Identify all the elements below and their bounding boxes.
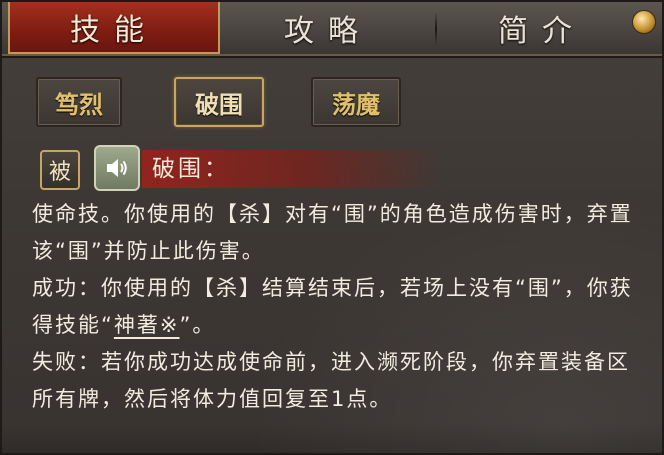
skill-panel: 技能 攻略 简介 笃烈 破围 荡魔 被 破围： 使命技。你使用的【杀】对有“围”…: [0, 0, 664, 455]
skill-success-text: 成功：你使用的【杀】结算结束后，若场上没有“围”，你获得技能“神著※”。: [32, 270, 647, 344]
subtab-skill-2[interactable]: 破围: [174, 77, 264, 127]
skill-description: 使命技。你使用的【杀】对有“围”的角色造成伤害时，弃置该“围”并防止此伤害。 成…: [32, 196, 647, 418]
skill-name: 破围：: [152, 156, 230, 182]
linked-skill-name[interactable]: 神著※: [114, 313, 180, 337]
bottom-fade: [2, 423, 662, 453]
success-suffix: ”。: [179, 313, 216, 337]
skill-failure-text: 失败：若你成功达成使命前，进入濒死阶段，你弃置装备区所有牌，然后将体力值回复至1…: [32, 350, 630, 411]
voice-button[interactable]: [94, 145, 140, 191]
tab-intro[interactable]: 简介: [442, 2, 642, 54]
corner-ornament-icon: [632, 10, 656, 34]
speaker-icon: [107, 159, 127, 177]
subtab-skill-1[interactable]: 笃烈: [36, 77, 122, 127]
skill-intro-text: 使命技。你使用的【杀】对有“围”的角色造成伤害时，弃置该“围”并防止此伤害。: [32, 202, 633, 263]
tab-divider: [435, 12, 437, 46]
tab-skills[interactable]: 技能: [8, 2, 220, 54]
tab-bar: 技能 攻略 简介: [2, 2, 662, 56]
subtab-skill-3[interactable]: 荡魔: [311, 77, 401, 127]
tab-strategy[interactable]: 攻略: [228, 2, 428, 54]
passive-badge: 被: [40, 150, 80, 190]
